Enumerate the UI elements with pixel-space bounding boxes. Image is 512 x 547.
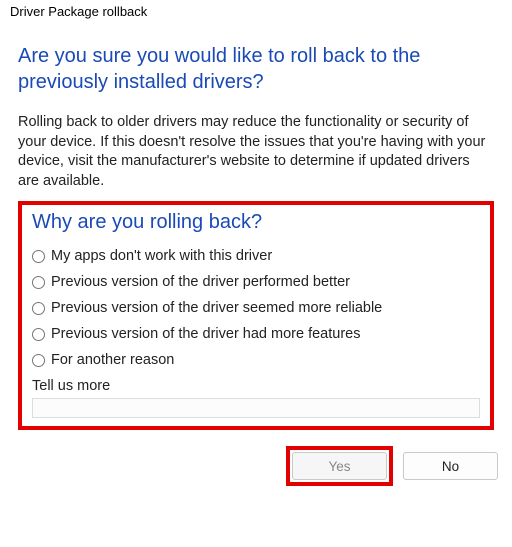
reason-label: For another reason — [51, 352, 174, 368]
reason-option-performed-better[interactable]: Previous version of the driver performed… — [32, 274, 480, 290]
yes-button[interactable]: Yes — [292, 452, 387, 480]
reason-option-apps-dont-work[interactable]: My apps don't work with this driver — [32, 248, 480, 264]
reason-radio[interactable] — [32, 328, 45, 341]
reason-label: Previous version of the driver performed… — [51, 274, 350, 290]
rollback-reason-section: Why are you rolling back? My apps don't … — [18, 201, 494, 430]
dialog-button-bar: Yes No — [0, 430, 512, 494]
window-title: Driver Package rollback — [0, 0, 512, 25]
reason-label: Previous version of the driver seemed mo… — [51, 300, 382, 316]
tell-us-more-input[interactable] — [32, 398, 480, 418]
dialog-description: Rolling back to older drivers may reduce… — [18, 113, 494, 191]
reason-option-more-reliable[interactable]: Previous version of the driver seemed mo… — [32, 300, 480, 316]
dialog-window: Driver Package rollback Are you sure you… — [0, 0, 512, 547]
reason-label: Previous version of the driver had more … — [51, 326, 360, 342]
reason-subheading: Why are you rolling back? — [32, 211, 480, 234]
dialog-heading: Are you sure you would like to roll back… — [18, 43, 494, 95]
reason-radio[interactable] — [32, 276, 45, 289]
yes-button-highlight: Yes — [286, 446, 393, 486]
no-button[interactable]: No — [403, 452, 498, 480]
reason-option-more-features[interactable]: Previous version of the driver had more … — [32, 326, 480, 342]
reason-radio[interactable] — [32, 302, 45, 315]
tell-us-more-label: Tell us more — [32, 378, 480, 394]
reason-radio[interactable] — [32, 250, 45, 263]
reason-option-another-reason[interactable]: For another reason — [32, 352, 480, 368]
dialog-content: Are you sure you would like to roll back… — [0, 25, 512, 430]
reason-radio[interactable] — [32, 354, 45, 367]
reason-label: My apps don't work with this driver — [51, 248, 272, 264]
